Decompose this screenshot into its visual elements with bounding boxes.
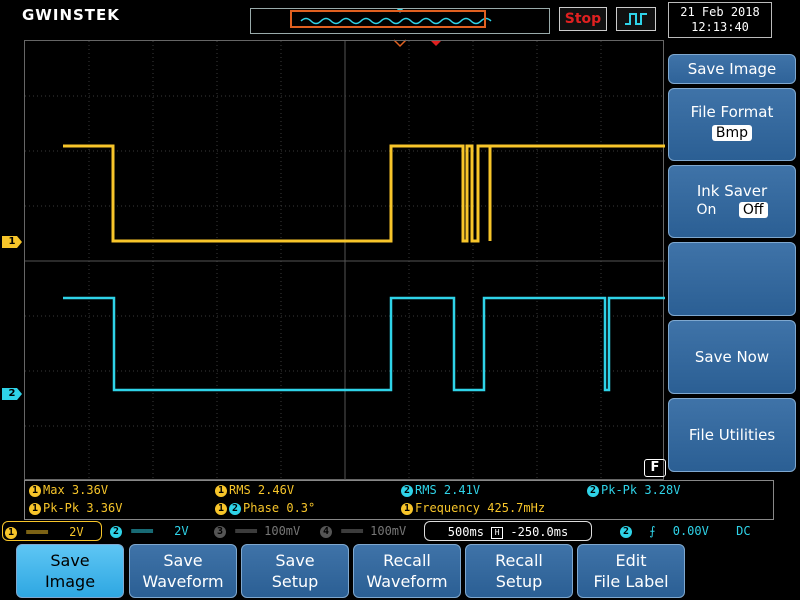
dc-coupling-icon: ═══	[131, 524, 153, 538]
edit-file-label-menu-button[interactable]: Edit File Label	[577, 544, 685, 598]
ch1-badge-icon: 1	[215, 484, 227, 497]
date-time-display: 21 Feb 2018 12:13:40	[668, 2, 772, 38]
ch1-badge-icon: 1	[5, 526, 17, 539]
side-empty-button[interactable]	[668, 242, 796, 316]
measurement-ch1-rms: 1 RMS 2.46V	[215, 483, 294, 497]
ch2-waveform	[63, 296, 665, 392]
ch1-badge-icon: 1	[215, 502, 227, 515]
ink-saver-label: Ink Saver	[696, 182, 768, 200]
date-text: 21 Feb 2018	[680, 5, 760, 19]
ch1-ground-marker[interactable]: 1	[2, 236, 22, 248]
channel-status-bar: 1 ═══ 2V 2 ═══ 2V 3 ═══ 100mV 4 ═══ 100m…	[0, 521, 800, 543]
measurement-ch1-max: 1 Max 3.36V	[29, 483, 108, 497]
ch2-badge-icon: 2	[229, 502, 241, 515]
side-menu: Save Image File Format Bmp Ink Saver On …	[668, 52, 798, 472]
horizontal-position-icon: H	[491, 526, 504, 539]
measurement-bar: 1 Max 3.36V 1 RMS 2.46V 2 RMS 2.41V 2 Pk-Pk …	[24, 480, 774, 520]
dc-coupling-icon: ═══	[26, 525, 48, 539]
ch2-badge-icon: 2	[620, 525, 632, 538]
function-key-indicator: F	[644, 459, 666, 477]
trigger-indicator[interactable]: 2 ⨍ 0.00V DC	[620, 521, 770, 541]
ink-saver-button[interactable]: Ink Saver On Off	[668, 165, 796, 238]
measurement-ch2-pkpk: 2 Pk-Pk 3.28V	[587, 483, 680, 497]
ink-saver-on-option: On	[696, 202, 717, 218]
ch2-badge-icon: 2	[587, 484, 599, 497]
waveform-display-area[interactable]	[24, 40, 665, 481]
ch1-badge-icon: 1	[29, 484, 41, 497]
ch4-badge-icon: 4	[320, 525, 332, 538]
rising-edge-icon: ⨍	[649, 524, 656, 538]
measurement-ch1-pkpk: 1 Pk-Pk 3.36V	[29, 501, 122, 515]
measurement-frequency: 1 Frequency 425.7mHz	[401, 501, 545, 515]
side-menu-title: Save Image	[668, 54, 796, 84]
save-image-menu-button[interactable]: Save Image	[16, 544, 124, 598]
ch3-badge-icon: 3	[214, 525, 226, 538]
recall-setup-menu-button[interactable]: Recall Setup	[465, 544, 573, 598]
ch1-waveform	[63, 144, 492, 243]
ch2-badge-icon: 2	[401, 484, 413, 497]
ch4-scale-indicator[interactable]: 4 ═══ 100mV	[320, 521, 420, 541]
ch2-ground-marker[interactable]: 2	[2, 388, 22, 400]
ink-saver-off-option: Off	[738, 202, 768, 218]
ch3-scale-indicator[interactable]: 3 ═══ 100mV	[214, 521, 314, 541]
ch1-badge-icon: 1	[29, 502, 41, 515]
ch1-scale-indicator[interactable]: 1 ═══ 2V	[2, 521, 102, 541]
timebase-indicator[interactable]: 500ms H -250.0ms	[424, 521, 592, 541]
save-now-button[interactable]: Save Now	[668, 320, 796, 394]
run-stop-indicator[interactable]: Stop	[559, 7, 607, 31]
brand-logo: GWINSTEK	[22, 6, 120, 24]
save-setup-menu-button[interactable]: Save Setup	[241, 544, 349, 598]
ch1-badge-icon: 1	[401, 502, 413, 515]
overview-viewport-window[interactable]	[290, 10, 486, 28]
ch2-badge-icon: 2	[110, 525, 122, 538]
trigger-edge-icon[interactable]	[616, 7, 656, 31]
file-format-value: Bmp	[711, 125, 753, 141]
graticule	[25, 41, 665, 481]
file-utilities-button[interactable]: File Utilities	[668, 398, 796, 472]
pulse-icon	[625, 13, 647, 25]
recall-waveform-menu-button[interactable]: Recall Waveform	[353, 544, 461, 598]
file-format-label: File Format	[690, 103, 774, 121]
time-text: 12:13:40	[691, 20, 749, 34]
file-format-button[interactable]: File Format Bmp	[668, 88, 796, 161]
save-waveform-menu-button[interactable]: Save Waveform	[129, 544, 237, 598]
ch2-scale-indicator[interactable]: 2 ═══ 2V	[108, 521, 210, 541]
measurement-phase: 1 2 Phase 0.3°	[215, 501, 315, 515]
measurement-ch2-rms: 2 RMS 2.41V	[401, 483, 480, 497]
